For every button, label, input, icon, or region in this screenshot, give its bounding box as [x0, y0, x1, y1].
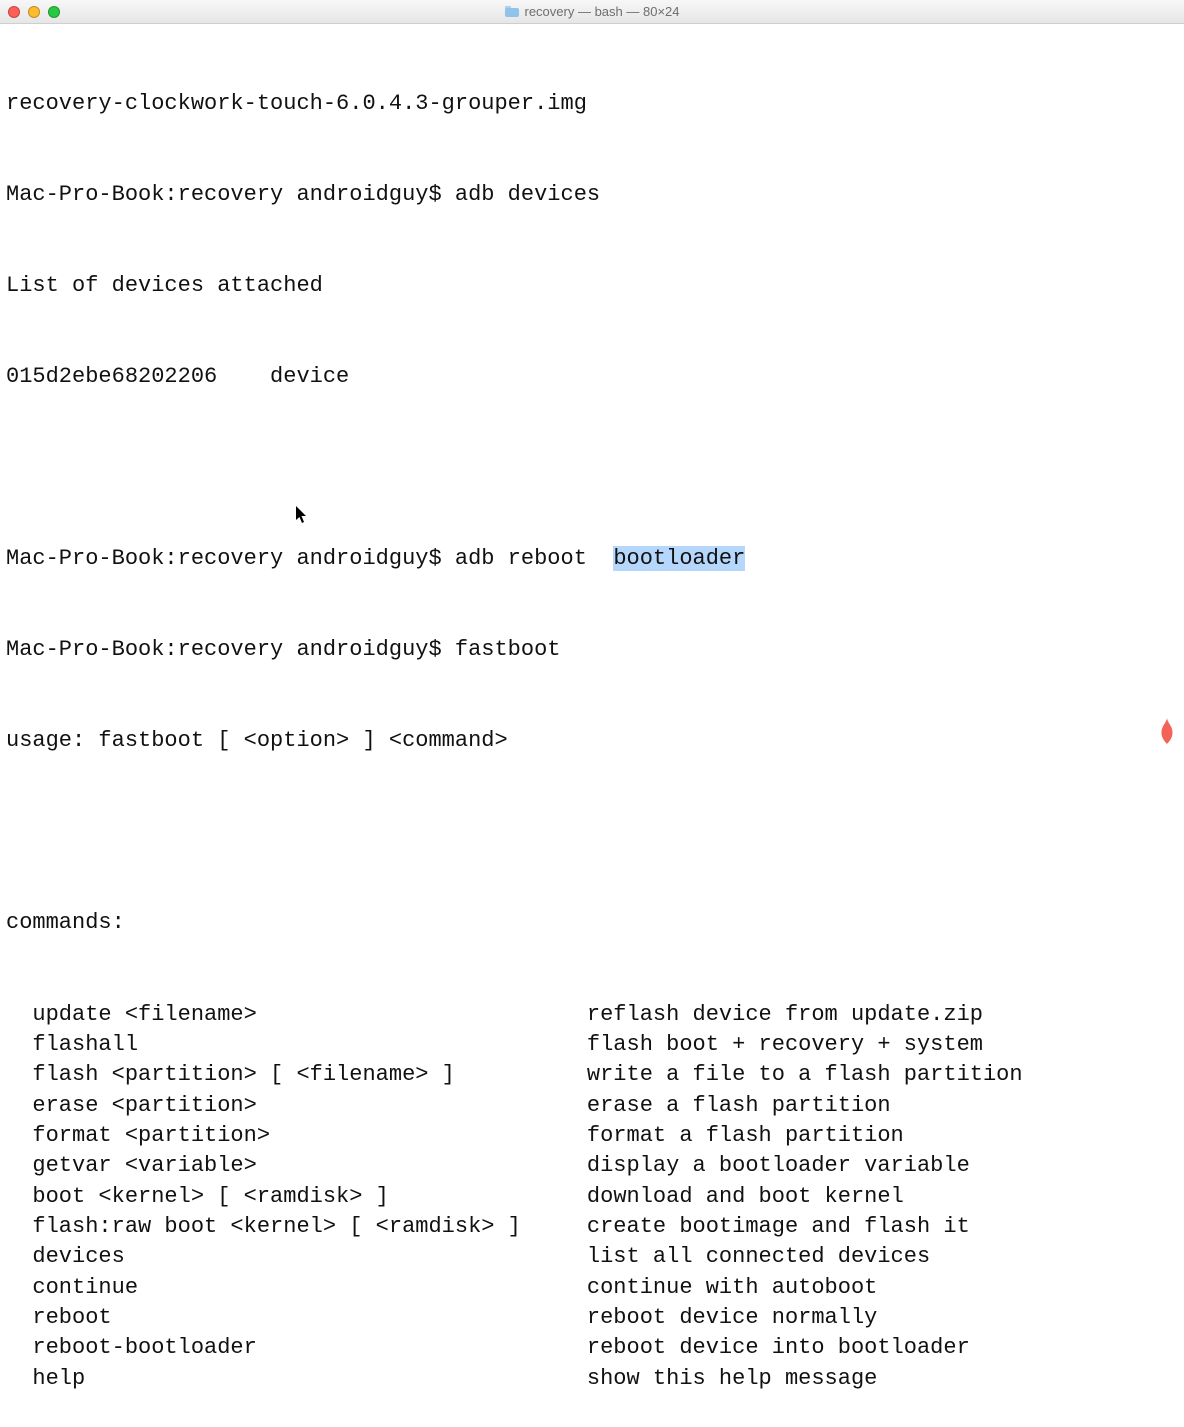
- command-help-line: continue continue with autoboot: [6, 1273, 1178, 1303]
- command-help-line: getvar <variable> display a bootloader v…: [6, 1151, 1178, 1181]
- command-help-line: flashall flash boot + recovery + system: [6, 1030, 1178, 1060]
- traffic-lights: [8, 6, 60, 18]
- command-description: format a flash partition: [587, 1123, 904, 1148]
- output-line: [6, 817, 1178, 847]
- command-text: adb devices: [455, 182, 600, 207]
- command-usage: flashall: [6, 1032, 138, 1057]
- zoom-icon[interactable]: [48, 6, 60, 18]
- command-description: continue with autoboot: [587, 1275, 877, 1300]
- command-description: flash boot + recovery + system: [587, 1032, 983, 1057]
- command-usage: continue: [6, 1275, 138, 1300]
- output-line: usage: fastboot [ <option> ] <command>: [6, 726, 1178, 756]
- selected-text: bootloader: [613, 546, 745, 571]
- command-usage: reboot: [6, 1305, 112, 1330]
- window-title-text: recovery — bash — 80×24: [525, 4, 680, 19]
- shell-prompt: Mac-Pro-Book:recovery androidguy$: [6, 546, 455, 571]
- command-description: reflash device from update.zip: [587, 1002, 983, 1027]
- output-line: commands:: [6, 908, 1178, 938]
- window-title: recovery — bash — 80×24: [0, 4, 1184, 19]
- command-description: download and boot kernel: [587, 1184, 904, 1209]
- device-state: device: [270, 364, 349, 389]
- command-usage: update <filename>: [6, 1002, 257, 1027]
- command-help-line: reboot reboot device normally: [6, 1303, 1178, 1333]
- command-usage: flash:raw boot <kernel> [ <ramdisk> ]: [6, 1214, 521, 1239]
- command-usage: boot <kernel> [ <ramdisk> ]: [6, 1184, 389, 1209]
- command-description: erase a flash partition: [587, 1093, 891, 1118]
- command-help-line: erase <partition> erase a flash partitio…: [6, 1091, 1178, 1121]
- output-line: Mac-Pro-Book:recovery androidguy$ fastbo…: [6, 635, 1178, 665]
- device-id: 015d2ebe68202206: [6, 364, 217, 389]
- command-description: display a bootloader variable: [587, 1153, 970, 1178]
- shell-prompt: Mac-Pro-Book:recovery androidguy$: [6, 637, 455, 662]
- command-help-line: reboot-bootloader reboot device into boo…: [6, 1333, 1178, 1363]
- command-description: write a file to a flash partition: [587, 1062, 1023, 1087]
- command-help-line: update <filename> reflash device from up…: [6, 1000, 1178, 1030]
- command-usage: erase <partition>: [6, 1093, 257, 1118]
- command-description: list all connected devices: [587, 1244, 930, 1269]
- command-description: create bootimage and flash it: [587, 1214, 970, 1239]
- command-usage: help: [6, 1366, 85, 1391]
- command-usage: reboot-bootloader: [6, 1335, 257, 1360]
- output-line: recovery-clockwork-touch-6.0.4.3-grouper…: [6, 89, 1178, 119]
- command-usage: format <partition>: [6, 1123, 270, 1148]
- titlebar: recovery — bash — 80×24: [0, 0, 1184, 24]
- command-description: show this help message: [587, 1366, 877, 1391]
- watermark-flame-icon: [1156, 718, 1178, 744]
- output-line: 015d2ebe68202206 device: [6, 362, 1178, 392]
- terminal-output[interactable]: recovery-clockwork-touch-6.0.4.3-grouper…: [0, 24, 1184, 1427]
- command-description: reboot device normally: [587, 1305, 877, 1330]
- output-line: List of devices attached: [6, 271, 1178, 301]
- command-help-line: devices list all connected devices: [6, 1242, 1178, 1272]
- shell-prompt: Mac-Pro-Book:recovery androidguy$: [6, 182, 455, 207]
- command-help-line: flash <partition> [ <filename> ] write a…: [6, 1060, 1178, 1090]
- output-line: Mac-Pro-Book:recovery androidguy$ adb de…: [6, 180, 1178, 210]
- command-usage: flash <partition> [ <filename> ]: [6, 1062, 455, 1087]
- command-text: adb reboot: [455, 546, 613, 571]
- output-line: [6, 453, 1178, 483]
- minimize-icon[interactable]: [28, 6, 40, 18]
- output-line: Mac-Pro-Book:recovery androidguy$ adb re…: [6, 544, 1178, 574]
- close-icon[interactable]: [8, 6, 20, 18]
- command-help-line: format <partition> format a flash partit…: [6, 1121, 1178, 1151]
- command-help-line: help show this help message: [6, 1364, 1178, 1394]
- command-help-line: boot <kernel> [ <ramdisk> ] download and…: [6, 1182, 1178, 1212]
- command-text: fastboot: [455, 637, 561, 662]
- command-usage: getvar <variable>: [6, 1153, 257, 1178]
- command-description: reboot device into bootloader: [587, 1335, 970, 1360]
- folder-icon: [505, 6, 519, 17]
- command-help-line: flash:raw boot <kernel> [ <ramdisk> ] cr…: [6, 1212, 1178, 1242]
- command-usage: devices: [6, 1244, 125, 1269]
